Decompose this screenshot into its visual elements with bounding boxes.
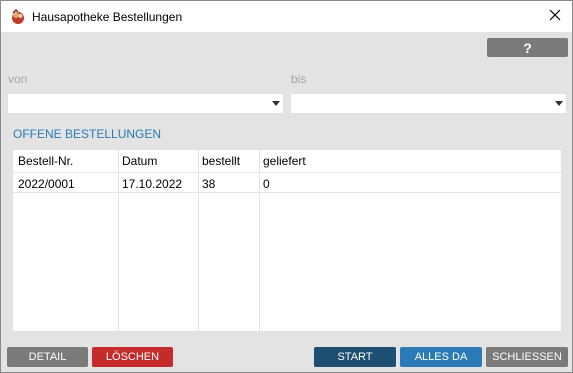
start-button[interactable]: START <box>314 347 396 367</box>
close-icon <box>549 9 561 24</box>
from-date-label: von <box>8 72 28 86</box>
chevron-down-icon[interactable] <box>272 101 280 106</box>
app-logo-icon <box>10 8 26 25</box>
column-header-date[interactable]: Datum <box>122 154 157 168</box>
orders-table: Bestell-Nr. Datum bestellt geliefert 202… <box>12 149 562 332</box>
cell-date: 17.10.2022 <box>122 177 183 191</box>
delete-button[interactable]: LÖSCHEN <box>92 347 173 367</box>
cell-order-number: 2022/0001 <box>18 177 75 191</box>
section-title: OFFENE BESTELLUNGEN <box>13 127 162 141</box>
column-header-ordered[interactable]: bestellt <box>202 154 240 168</box>
column-header-order-number[interactable]: Bestell-Nr. <box>18 154 73 168</box>
help-button[interactable]: ? <box>487 38 568 57</box>
detail-button[interactable]: DETAIL <box>7 347 88 367</box>
cell-ordered: 38 <box>202 177 216 191</box>
chevron-down-icon[interactable] <box>555 101 563 106</box>
column-divider <box>198 150 199 331</box>
row-divider <box>13 192 561 193</box>
dialog-window: Hausapotheke Bestellungen ? von bis OFFE… <box>0 0 573 373</box>
row-divider <box>13 172 561 173</box>
cell-delivered: 0 <box>263 177 270 191</box>
column-divider <box>118 150 119 331</box>
close-window-button[interactable] <box>538 1 572 32</box>
window-title: Hausapotheke Bestellungen <box>32 10 183 24</box>
all-here-button[interactable]: ALLES DA <box>400 347 482 367</box>
from-date-select[interactable] <box>7 93 284 114</box>
column-header-delivered[interactable]: geliefert <box>263 154 306 168</box>
to-date-select[interactable] <box>290 93 567 114</box>
title-bar[interactable]: Hausapotheke Bestellungen <box>1 1 572 32</box>
close-button[interactable]: SCHLIESSEN <box>486 347 568 367</box>
to-date-label: bis <box>291 72 307 86</box>
column-divider <box>259 150 260 331</box>
